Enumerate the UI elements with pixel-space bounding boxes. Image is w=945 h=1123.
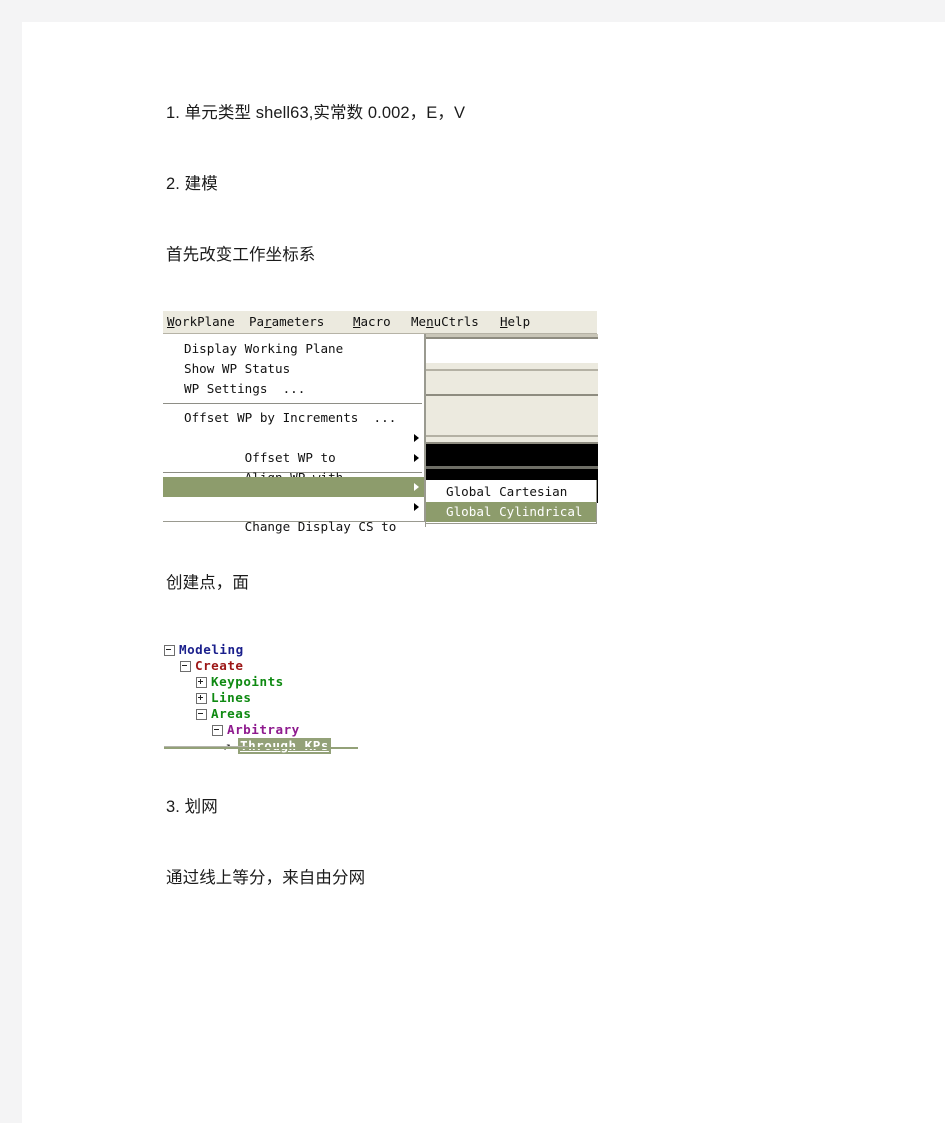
tree-node-create-label: Create [195, 658, 244, 673]
submenu-arrow-icon [414, 434, 419, 442]
tree-node-arbitrary-label: Arbitrary [227, 722, 300, 737]
submenuitem-global-cylindrical[interactable]: Global Cylindrical [426, 502, 596, 522]
menuitem-display-working-plane[interactable]: Display Working Plane [163, 339, 424, 359]
workplane-dropdown-menu: Display Working Plane Show WP Status WP … [163, 334, 425, 534]
ansys-workplane-menu-screenshot: WorkPlane Parameters Macro MenuCtrls Hel… [163, 311, 598, 549]
ansys-menubar: WorkPlane Parameters Macro MenuCtrls Hel… [163, 311, 597, 334]
menuitem-align-wp-with[interactable]: Align WP with [163, 448, 424, 485]
tree-node-modeling-label: Modeling [179, 642, 244, 657]
expand-box-icon[interactable] [196, 676, 207, 688]
tree-node-modeling[interactable]: Modeling [164, 642, 424, 658]
change-active-cs-submenu: Global Cartesian Global Cylindrical [425, 480, 597, 524]
paragraph-element-type: 1. 单元类型 shell63,实常数 0.002，E，V [166, 104, 466, 122]
submenu-arrow-icon [414, 483, 419, 491]
submenu-arrow-icon [414, 454, 419, 462]
submenu-arrow-icon [414, 503, 419, 511]
background-strip-11 [426, 444, 598, 466]
menuitem-offset-wp-to[interactable]: Offset WP to [163, 428, 424, 465]
tree-node-lines-label: Lines [211, 690, 252, 705]
menuitem-offset-wp-by-increments[interactable]: Offset WP by Increments ... [163, 408, 424, 428]
tree-node-areas[interactable]: Areas [164, 706, 424, 722]
menuitem-wp-settings[interactable]: WP Settings ... [163, 379, 424, 399]
menuitem-change-active-cs-to[interactable]: Change Active CS to [163, 477, 424, 514]
menu-menuctrls[interactable]: MenuCtrls [411, 314, 479, 329]
tree-node-keypoints-label: Keypoints [211, 674, 284, 689]
paragraph-mesh-head: 3. 划网 [166, 798, 218, 816]
paragraph-mesh-detail: 通过线上等分，来自由分网 [166, 869, 366, 887]
document-page: 1. 单元类型 shell63,实常数 0.002，E，V 2. 建模 首先改变… [22, 22, 945, 1123]
ansys-modeling-tree-screenshot: Modeling Create Keypoints Lines Areas Ar… [164, 642, 424, 760]
submenuitem-global-cartesian[interactable]: Global Cartesian [426, 482, 596, 502]
menuitem-change-display-cs-to[interactable]: Change Display CS to [163, 497, 424, 534]
menu-parameters[interactable]: Parameters [249, 314, 324, 329]
collapse-box-icon[interactable] [164, 644, 175, 656]
collapse-box-icon[interactable] [196, 708, 207, 720]
collapse-box-icon[interactable] [212, 724, 223, 736]
tree-node-areas-label: Areas [211, 706, 252, 721]
menuitem-change-display-cs-to-label: Change Display CS to [244, 519, 397, 534]
tree-node-keypoints[interactable]: Keypoints [164, 674, 424, 690]
background-strip-5 [426, 371, 598, 394]
menu-macro[interactable]: Macro [353, 314, 391, 329]
menu-workplane[interactable]: WorkPlane [167, 314, 235, 329]
expand-box-icon[interactable] [196, 692, 207, 704]
tree-node-lines[interactable]: Lines [164, 690, 424, 706]
paragraph-change-wcs: 首先改变工作坐标系 [166, 246, 316, 264]
tree-bottom-rule [164, 746, 358, 749]
tree-node-arbitrary[interactable]: Arbitrary [164, 722, 424, 738]
menu-separator-1 [163, 403, 422, 404]
menuitem-show-wp-status[interactable]: Show WP Status [163, 359, 424, 379]
background-strip-7 [426, 396, 598, 435]
background-strip-2 [426, 339, 598, 363]
menu-help[interactable]: Help [500, 314, 530, 329]
tree-node-create[interactable]: Create [164, 658, 424, 674]
paragraph-modeling-head: 2. 建模 [166, 175, 218, 193]
collapse-box-icon[interactable] [180, 660, 191, 672]
